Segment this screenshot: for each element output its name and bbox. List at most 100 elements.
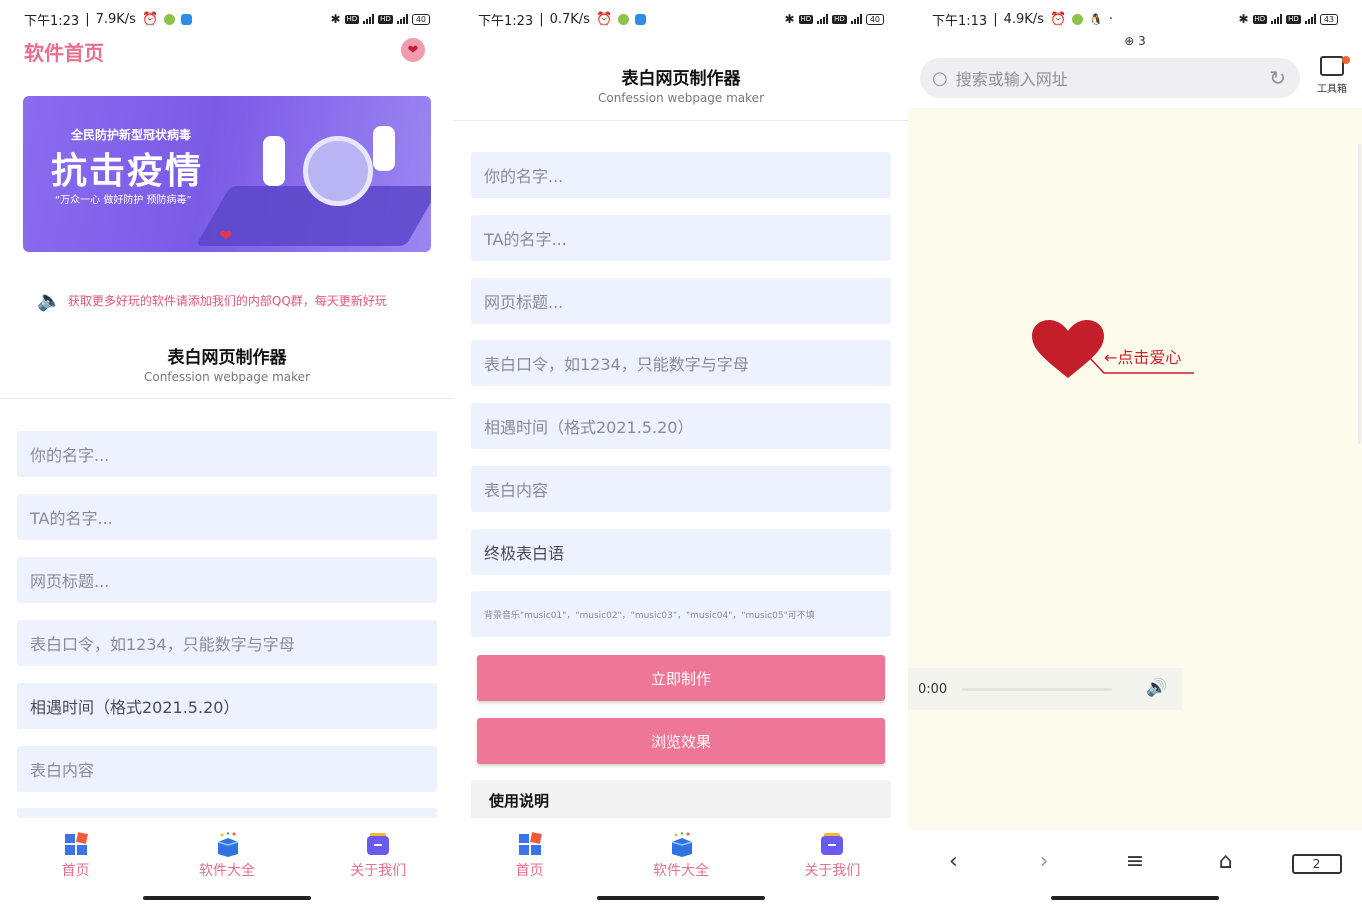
volume-icon[interactable]: 🔊: [1146, 678, 1167, 698]
audio-player[interactable]: 0:00 🔊: [908, 668, 1182, 710]
menu-icon[interactable]: ≡: [1110, 849, 1160, 874]
battery-icon: 40: [411, 13, 430, 25]
usage-section-title: 使用说明: [471, 780, 891, 820]
browser-screen: 下午1:13 | 4.9K/s ⏰ 🐧 · ✱ HD HD 43 ⊕ 3 ○ 搜…: [908, 0, 1362, 908]
status-time: 下午1:13: [932, 13, 988, 29]
bottom-tab-bar: 首页 软件大全 关于我们: [0, 818, 454, 888]
bluetooth-icon: ✱: [1238, 12, 1249, 26]
screenshot-collage: 下午1:23 | 7.9K/s ⏰ ✱ HD HD 40 软件首页 ❤ 全民防护…: [0, 0, 1362, 908]
tab-software[interactable]: 软件大全: [172, 818, 282, 888]
meet-date-field[interactable]: 相遇时间（格式2021.5.20）: [471, 403, 891, 449]
battery-icon: 40: [865, 13, 884, 25]
back-icon[interactable]: ‹: [928, 849, 978, 874]
page-title-field[interactable]: 网页标题...: [17, 557, 437, 603]
tab-label: 关于我们: [350, 863, 407, 879]
your-name-field[interactable]: 你的名字...: [471, 152, 891, 198]
divider: [0, 398, 454, 399]
about-icon: [366, 832, 390, 856]
audio-progress-track[interactable]: [962, 688, 1112, 691]
hd-icon: HD: [344, 14, 360, 24]
notice-marquee[interactable]: 🔈 获取更多好玩的软件请添加我们的内部QQ群，每天更新好玩: [37, 288, 433, 312]
notification-dot: [1342, 56, 1350, 64]
form-title: 表白网页制作器: [167, 348, 287, 368]
toolbox-icon: [1320, 56, 1344, 76]
speaker-icon: 🔈: [37, 288, 62, 312]
form-title: 表白网页制作器: [621, 69, 741, 89]
signal-icon: [850, 14, 862, 24]
banner-title: 抗击疫情: [51, 150, 204, 192]
home-screen: 下午1:23 | 7.9K/s ⏰ ✱ HD HD 40 软件首页 ❤ 全民防护…: [0, 0, 454, 908]
tab-software[interactable]: 软件大全: [626, 818, 736, 888]
home-grid-icon: [518, 832, 542, 856]
tab-home[interactable]: 首页: [21, 818, 131, 888]
status-time: 下午1:23: [24, 13, 80, 29]
bluetooth-icon: ✱: [330, 12, 341, 26]
forward-icon[interactable]: ›: [1019, 849, 1069, 874]
form-screen: 下午1:23 | 0.7K/s ⏰ ✱ HD HD 40 表白网页制作器 Con…: [454, 0, 908, 908]
address-bar[interactable]: ○ 搜索或输入网址 ↻: [920, 58, 1300, 98]
qq-icon: 🐧: [1089, 12, 1103, 26]
page-title-field[interactable]: 网页标题...: [471, 278, 891, 324]
alarm-icon: ⏰: [141, 11, 159, 27]
divider: [454, 120, 908, 121]
epidemic-banner[interactable]: 全民防护新型冠状病毒 抗击疫情 “万众一心 做好防护 预防病毒” ❤: [23, 96, 431, 252]
final-words-field[interactable]: 终极表白语: [471, 529, 891, 575]
tab-label: 软件大全: [652, 863, 709, 879]
hd-icon: HD: [832, 14, 847, 24]
status-bar: 下午1:23 | 0.7K/s ⏰ ✱ HD HD 40: [478, 10, 884, 29]
preview-button[interactable]: 浏览效果: [477, 718, 885, 764]
doctor-illustration: [263, 136, 285, 186]
webpage-content: [908, 108, 1362, 830]
alipay-icon: [635, 13, 647, 25]
status-bar: 下午1:23 | 7.9K/s ⏰ ✱ HD HD 40: [24, 10, 430, 29]
open-tabs-indicator[interactable]: ⊕ 3: [908, 34, 1362, 48]
network-speed: 7.9K/s: [95, 11, 136, 27]
form-header: 表白网页制作器 Confession webpage maker: [0, 343, 454, 384]
password-field[interactable]: 表白口令，如1234，只能数字与字母: [17, 620, 437, 666]
heart-icon-button[interactable]: ❤: [401, 38, 425, 62]
meet-date-field[interactable]: 相遇时间（格式2021.5.20）: [17, 683, 437, 729]
banner-subtitle: 全民防护新型冠状病毒: [71, 128, 192, 142]
globe-icon: ⊕: [1124, 34, 1135, 48]
form-header: 表白网页制作器 Confession webpage maker: [454, 64, 908, 105]
app-notification-icon: [1072, 13, 1084, 25]
scrollbar[interactable]: [1358, 144, 1361, 444]
home-icon[interactable]: ⌂: [1201, 849, 1251, 874]
tabs-button[interactable]: 2: [1291, 849, 1342, 874]
music-field[interactable]: 背景音乐"music01"，"music02"，"music03"，"music…: [471, 591, 891, 637]
signal-icon: [396, 14, 408, 24]
their-name-field[interactable]: TA的名字...: [17, 494, 437, 540]
gesture-bar[interactable]: [143, 896, 311, 900]
hd-icon: HD: [378, 14, 393, 24]
tab-home[interactable]: 首页: [475, 818, 585, 888]
heart-icon: ❤: [219, 226, 233, 245]
signal-icon: [1304, 14, 1316, 24]
confession-content-field[interactable]: 表白内容: [471, 466, 891, 512]
status-bar: 下午1:13 | 4.9K/s ⏰ 🐧 · ✱ HD HD 43: [932, 10, 1338, 29]
their-name-field[interactable]: TA的名字...: [471, 215, 891, 261]
alarm-icon: ⏰: [595, 11, 613, 27]
gift-box-icon: [215, 832, 239, 857]
tab-label: 关于我们: [804, 863, 861, 879]
gesture-bar[interactable]: [1051, 896, 1219, 900]
confession-content-field[interactable]: 表白内容: [17, 746, 437, 792]
password-field[interactable]: 表白口令，如1234，只能数字与字母: [471, 340, 891, 386]
about-icon: [820, 832, 844, 856]
your-name-field[interactable]: 你的名字...: [17, 431, 437, 477]
tab-label: 首页: [515, 863, 544, 879]
shield-illustration: [303, 136, 373, 206]
signal-icon: [1271, 14, 1283, 24]
signal-icon: [363, 14, 375, 24]
tab-about[interactable]: 关于我们: [777, 818, 887, 888]
tab-about[interactable]: 关于我们: [323, 818, 433, 888]
alarm-icon: ⏰: [1049, 11, 1067, 27]
gesture-bar[interactable]: [597, 896, 765, 900]
battery-icon: 43: [1319, 13, 1338, 25]
bluetooth-icon: ✱: [784, 12, 795, 26]
make-button[interactable]: 立即制作: [477, 655, 885, 701]
next-field-partial[interactable]: [17, 808, 437, 818]
address-placeholder: 搜索或输入网址: [955, 70, 1068, 89]
bottom-tab-bar: 首页 软件大全 关于我们: [454, 818, 908, 888]
toolbox-button[interactable]: 工具箱: [1310, 56, 1354, 95]
refresh-icon[interactable]: ↻: [1269, 66, 1286, 90]
